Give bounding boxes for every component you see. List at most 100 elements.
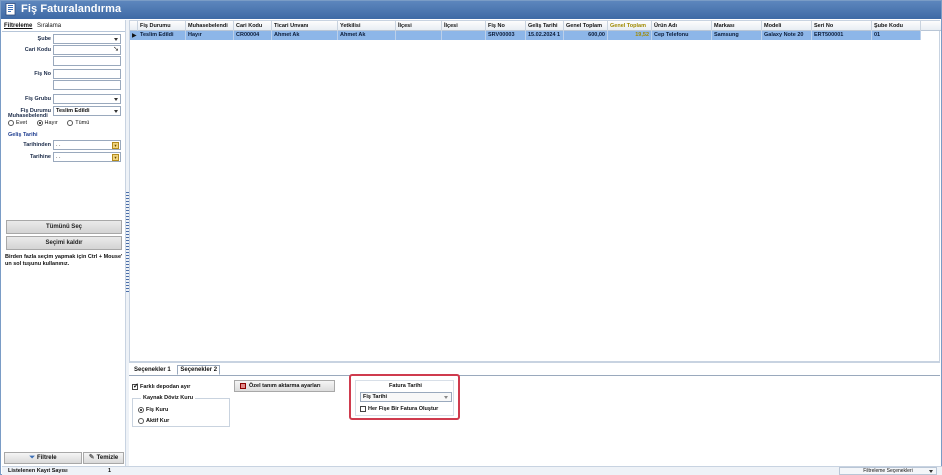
clear-selection-button[interactable]: Seçimi kaldır: [6, 236, 122, 250]
settings-icon: [240, 383, 246, 389]
fis-no-label: Fiş No: [34, 71, 51, 77]
col-header-yetkilisi[interactable]: Yetkilisi: [338, 21, 396, 31]
pointer-icon[interactable]: ➘: [113, 46, 119, 54]
col-header-urun-adi[interactable]: Ürün Adı: [652, 21, 712, 31]
table-row[interactable]: ▶ Teslim Edildi Hayır CR00004 Ahmet Ak A…: [130, 31, 921, 40]
radio-aktif-kur[interactable]: Aktif Kur: [138, 418, 169, 424]
radio-hayir[interactable]: Hayır: [36, 120, 58, 126]
fis-durumu-select[interactable]: Teslim Edildi: [53, 106, 121, 116]
tarihinden-field[interactable]: . . ▾: [53, 140, 121, 150]
tarihinden-value: . .: [56, 142, 61, 148]
cell-seri-no[interactable]: ERT500001: [812, 31, 872, 40]
fis-no-field[interactable]: [53, 69, 121, 79]
col-header-sube-kodu[interactable]: Şube Kodu: [872, 21, 921, 31]
radio-aktif-kur-label: Aktif Kur: [146, 418, 170, 424]
col-header-genel-toplam-2[interactable]: Genel Toplam: [608, 21, 652, 31]
cari-kodu-field[interactable]: ➘: [53, 45, 121, 55]
filter-options-dropdown[interactable]: Filtreleme Seçenekleri: [839, 467, 937, 475]
options-tab-divider: [129, 375, 940, 376]
calendar-icon[interactable]: ▾: [112, 154, 119, 161]
fis-no-to-field[interactable]: [53, 80, 121, 90]
fatura-tarihi-select[interactable]: Fiş Tarihi: [360, 392, 452, 402]
select-all-button[interactable]: Tümünü Seç: [6, 220, 122, 234]
row-indicator-icon: ▶: [132, 33, 137, 39]
radio-evet[interactable]: Evet: [8, 120, 27, 126]
cell-fis-no[interactable]: SRV00003: [486, 31, 526, 40]
farkli-depodan-checkbox[interactable]: [132, 382, 139, 390]
fatura-tarihi-highlight: Fatura Tarihi Fiş Tarihi Her Fişe Bir Fa…: [349, 374, 460, 420]
cell-ticari-unvani[interactable]: Ahmet Ak: [272, 31, 338, 40]
sube-select[interactable]: [53, 34, 121, 44]
cell-genel-toplam[interactable]: 600,00: [564, 31, 608, 40]
ozel-tanim-button[interactable]: Özel tanım aktarma ayarları: [234, 380, 335, 392]
cell-ilcesi-2[interactable]: [442, 31, 486, 40]
tab-filtreleme[interactable]: Filtreleme: [4, 23, 32, 29]
filter-button-label: Filtrele: [36, 455, 57, 461]
filter-button[interactable]: ⏷ Filtrele: [4, 452, 82, 464]
cell-gelis-tarihi[interactable]: 15.02.2024 1: [526, 31, 564, 40]
document-icon: [5, 3, 16, 16]
radio-tumu-label: Tümü: [75, 120, 90, 126]
tab-secenekler-2[interactable]: Seçenekler 2: [177, 365, 221, 375]
radio-evet-label: Evet: [16, 120, 28, 126]
record-count-value: 1: [108, 468, 112, 474]
col-header-genel-toplam[interactable]: Genel Toplam: [564, 21, 608, 31]
data-grid: Fiş Durumu Muhasebelendi Cari Kodu Ticar…: [129, 20, 941, 362]
farkli-depodan-option[interactable]: Farklı depodan ayır: [132, 382, 190, 390]
cell-ilcesi-1[interactable]: [396, 31, 442, 40]
radio-hayir-label: Hayır: [44, 120, 58, 126]
clear-button[interactable]: ✎ Temizle: [83, 452, 124, 464]
cell-genel-toplam-2[interactable]: 19,52: [608, 31, 652, 40]
status-bar: Listelenen Kayıt Sayısı 1 Filtreleme Seç…: [2, 466, 942, 475]
main-window: Fiş Faturalandırma Filtreleme Sıralama Ş…: [0, 0, 942, 475]
tab-siralama[interactable]: Sıralama: [37, 23, 61, 29]
col-header-cari-kodu[interactable]: Cari Kodu: [234, 21, 272, 31]
radio-fis-kuru-circle: [138, 407, 144, 413]
col-header-seri-no[interactable]: Seri No: [812, 21, 872, 31]
fis-grubu-select[interactable]: [53, 94, 121, 104]
blank-row-2: [2, 80, 125, 91]
cell-cari-kodu[interactable]: CR00004: [234, 31, 272, 40]
fatura-tarihi-group: Fatura Tarihi Fiş Tarihi Her Fişe Bir Fa…: [355, 380, 454, 416]
radio-fis-kuru[interactable]: Fiş Kuru: [138, 407, 168, 413]
col-header-fis-no[interactable]: Fiş No: [486, 21, 526, 31]
col-header-ilcesi-1[interactable]: İlçesi: [396, 21, 442, 31]
col-header-muhasebelendi[interactable]: Muhasebelendi: [186, 21, 234, 31]
cell-yetkilisi[interactable]: Ahmet Ak: [338, 31, 396, 40]
cari-name-field: [53, 56, 121, 66]
cell-muhasebelendi[interactable]: Hayır: [186, 31, 234, 40]
cell-sube-kodu[interactable]: 01: [872, 31, 921, 40]
tab-secenekler-1[interactable]: Seçenekler 1: [131, 365, 174, 375]
radio-tumu[interactable]: Tümü: [67, 120, 89, 126]
col-header-ticari-unvani[interactable]: Ticari Unvanı: [272, 21, 338, 31]
col-header-ilcesi-2[interactable]: İlçesi: [442, 21, 486, 31]
kaynak-doviz-title: Kaynak Döviz Kuru: [141, 395, 196, 401]
calendar-icon[interactable]: ▾: [112, 142, 119, 149]
tab-divider: [2, 31, 125, 32]
ozel-tanim-label: Özel tanım aktarma ayarları: [249, 383, 321, 389]
col-header-modeli[interactable]: Modeli: [762, 21, 812, 31]
sube-label: Şube: [37, 36, 51, 42]
tarihinden-row: Tarihinden . . ▾: [2, 140, 125, 151]
her-fise-bir-fatura-option[interactable]: Her Fişe Bir Fatura Oluştur: [360, 406, 438, 412]
cell-fis-durumu[interactable]: Teslim Edildi: [138, 31, 186, 40]
col-header-gelis-tarihi[interactable]: Geliş Tarihi: [526, 21, 564, 31]
clear-button-label: Temizle: [96, 455, 119, 461]
cell-markasi[interactable]: Samsung: [712, 31, 762, 40]
cell-modeli[interactable]: Galaxy Note 20: [762, 31, 812, 40]
radio-hayir-circle: [36, 120, 43, 126]
fatura-tarihi-title: Fatura Tarihi: [389, 383, 422, 389]
filter-actions: ⏷ Filtrele ✎ Temizle: [4, 452, 125, 465]
tarihinden-label: Tarihinden: [23, 142, 51, 148]
col-header-fis-durumu[interactable]: Fiş Durumu: [138, 21, 186, 31]
tarihine-row: Tarihine . . ▾: [2, 152, 125, 163]
her-fise-bir-fatura-label: Her Fişe Bir Fatura Oluştur: [368, 406, 439, 412]
col-header-markasi[interactable]: Markası: [712, 21, 762, 31]
tarihine-field[interactable]: . . ▾: [53, 152, 121, 162]
fis-grubu-label: Fiş Grubu: [25, 96, 51, 102]
muhasebelendi-label: Muhasebelendi: [8, 113, 48, 119]
cell-urun-adi[interactable]: Cep Telefonu: [652, 31, 712, 40]
fis-grubu-row: Fiş Grubu: [2, 94, 125, 105]
her-fise-bir-fatura-checkbox[interactable]: [360, 406, 366, 412]
options-panel: Seçenekler 1 Seçenekler 2 Farklı depodan…: [129, 362, 940, 466]
